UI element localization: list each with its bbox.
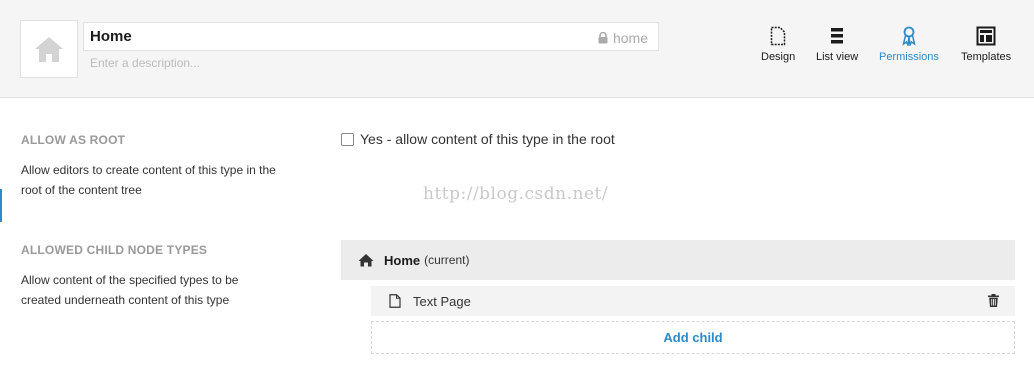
current-type-name: Home (384, 252, 421, 268)
allow-root-option[interactable]: Yes - allow content of this type in the … (341, 131, 615, 147)
badge-icon (902, 26, 916, 46)
home-icon (358, 254, 374, 267)
document-icon (770, 26, 786, 46)
add-child-button[interactable]: Add child (371, 321, 1015, 354)
content-type-header: Home home Enter a description... Design … (0, 0, 1034, 98)
child-types-title: ALLOWED CHILD NODE TYPES (21, 243, 208, 257)
tab-design[interactable]: Design (761, 26, 795, 63)
alias-field[interactable]: home (598, 30, 648, 46)
layout-icon (976, 26, 996, 46)
allow-root-checkbox[interactable] (341, 132, 354, 146)
child-type-name: Text Page (413, 293, 471, 309)
tab-templates-label: Templates (961, 51, 1012, 63)
name-field[interactable]: Home home (83, 22, 659, 51)
tab-list-view-label: List view (816, 51, 859, 63)
trash-icon[interactable] (988, 294, 999, 307)
tab-list-view[interactable]: List view (816, 26, 858, 63)
watermark: http://blog.csdn.net/ (423, 184, 609, 204)
description-field[interactable]: Enter a description... (90, 56, 200, 70)
tab-permissions-label: Permissions (879, 51, 939, 63)
tab-permissions[interactable]: Permissions (879, 26, 939, 63)
tab-templates[interactable]: Templates (961, 26, 1011, 63)
name-value: Home (90, 28, 132, 45)
list-icon (831, 28, 844, 44)
child-type-row: Text Page (371, 286, 1015, 316)
content-type-icon-picker[interactable] (20, 20, 78, 78)
current-type-row: Home (current) (341, 240, 1015, 280)
home-icon (35, 37, 63, 62)
current-type-suffix: (current) (424, 253, 470, 267)
active-indicator (0, 189, 2, 222)
document-icon (389, 294, 401, 308)
lock-icon (598, 32, 608, 44)
allow-root-title: ALLOW AS ROOT (21, 133, 126, 147)
tab-design-label: Design (761, 51, 796, 63)
child-types-description: Allow content of the specified types to … (21, 273, 239, 307)
allow-root-checkbox-label: Yes - allow content of this type in the … (360, 131, 615, 147)
alias-value: home (612, 30, 648, 46)
allow-root-description: Allow editors to create content of this … (21, 163, 276, 197)
